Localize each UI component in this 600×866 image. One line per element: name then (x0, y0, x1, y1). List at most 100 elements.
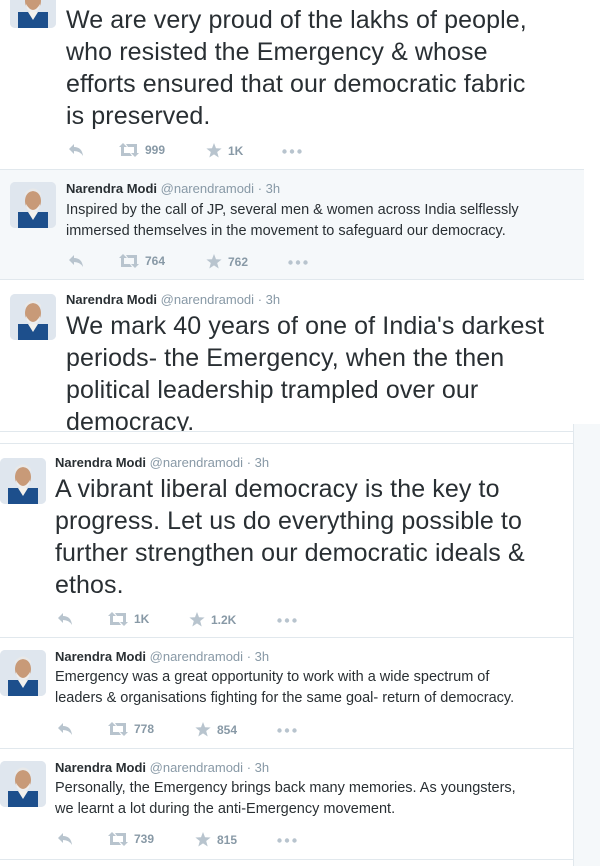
like-count: 854 (217, 722, 238, 737)
tweet-3[interactable]: Narendra Modi @narendramodi · 3h A vibra… (0, 443, 573, 638)
retweet-button[interactable]: 764 (119, 254, 165, 268)
timestamp[interactable]: 3h (266, 181, 280, 196)
reply-button[interactable] (68, 254, 84, 268)
tweet-actions: 1K 1.2K (55, 612, 335, 630)
timestamp[interactable]: 3h (266, 292, 280, 307)
like-count: 762 (228, 254, 249, 269)
meta-separator: · (257, 292, 263, 307)
author-name[interactable]: Narendra Modi (66, 181, 157, 196)
meta-separator: · (246, 760, 252, 775)
retweet-count: 999 (145, 143, 166, 157)
meta-separator: · (246, 649, 252, 664)
more-button[interactable] (277, 838, 297, 843)
tweet-text: A vibrant liberal democracy is the key t… (55, 473, 570, 601)
retweet-count: 1K (134, 612, 150, 626)
tweet-5[interactable]: Narendra Modi @narendramodi · 3h Persona… (0, 749, 573, 860)
reply-icon (58, 723, 72, 735)
author-name[interactable]: Narendra Modi (55, 649, 146, 664)
tweet-header: Narendra Modi @narendramodi · 3h (55, 760, 269, 775)
background-panel (573, 424, 600, 866)
timestamp[interactable]: 3h (255, 760, 269, 775)
tweet-0[interactable]: We are very proud of the lakhs of people… (0, 0, 584, 170)
more-icon (277, 838, 297, 843)
avatar[interactable] (0, 458, 46, 504)
retweet-button[interactable]: 739 (108, 832, 154, 846)
timestamp[interactable]: 3h (255, 649, 269, 664)
tweet-text-line: is preserved. (66, 102, 211, 130)
reply-icon (58, 613, 72, 625)
meta-separator: · (246, 455, 252, 470)
timestamp[interactable]: 3h (255, 455, 269, 470)
reply-button[interactable] (57, 612, 73, 626)
star-icon (206, 254, 222, 269)
author-name[interactable]: Narendra Modi (66, 292, 157, 307)
author-name[interactable]: Narendra Modi (55, 455, 146, 470)
tweet-header: Narendra Modi @narendramodi · 3h (55, 649, 269, 664)
tweet-1[interactable]: Narendra Modi @narendramodi · 3h Inspire… (0, 170, 584, 280)
tweet-text: Inspired by the call of JP, several men … (66, 200, 581, 242)
tweet-text-line: A vibrant liberal democracy is the key t… (55, 475, 500, 503)
more-button[interactable] (288, 260, 308, 265)
tweet-text-line: democracy. (66, 408, 195, 432)
like-button[interactable]: 1.2K (189, 612, 236, 627)
tweet-header: Narendra Modi @narendramodi · 3h (66, 181, 280, 196)
reply-button[interactable] (68, 143, 84, 157)
like-button[interactable]: 1K (206, 143, 243, 158)
tweet-text-line: We are very proud of the lakhs of people… (66, 6, 527, 34)
star-icon (206, 143, 222, 158)
avatar[interactable] (10, 182, 56, 228)
tweet-text-line: who resisted the Emergency & whose (66, 38, 488, 66)
retweet-count: 764 (145, 254, 166, 268)
tweet-actions: 778 854 (55, 722, 335, 740)
author-handle[interactable]: @narendramodi (150, 760, 243, 775)
more-icon (277, 618, 297, 623)
reply-icon (58, 833, 72, 845)
more-button[interactable] (277, 618, 297, 623)
tweet-text-line: Inspired by the call of JP, several men … (66, 202, 519, 218)
author-handle[interactable]: @narendramodi (161, 292, 254, 307)
like-count: 815 (217, 832, 238, 847)
tweet-2[interactable]: Narendra Modi @narendramodi · 3h We mark… (0, 280, 584, 432)
tweet-actions: 764 762 (66, 254, 346, 272)
author-handle[interactable]: @narendramodi (150, 455, 243, 470)
retweet-count: 778 (134, 722, 155, 736)
avatar[interactable] (0, 761, 46, 807)
retweet-button[interactable]: 1K (108, 612, 149, 626)
author-name[interactable]: Narendra Modi (55, 760, 146, 775)
tweet-text-line: We mark 40 years of one of India's darke… (66, 312, 545, 340)
more-button[interactable] (282, 149, 302, 154)
tweet-text-line: periods- the Emergency, when the then (66, 344, 505, 372)
tweet-4[interactable]: Narendra Modi @narendramodi · 3h Emergen… (0, 638, 573, 749)
like-button[interactable]: 762 (206, 254, 248, 269)
more-button[interactable] (277, 728, 297, 733)
tweet-text-line: leaders & organisations fighting for the… (55, 690, 515, 706)
more-icon (288, 260, 308, 265)
retweet-count: 739 (134, 832, 155, 846)
avatar[interactable] (0, 650, 46, 696)
tweet-text: We are very proud of the lakhs of people… (66, 4, 581, 132)
like-count: 1.2K (211, 612, 237, 627)
tweet-text: We mark 40 years of one of India's darke… (66, 310, 581, 432)
reply-button[interactable] (57, 722, 73, 736)
avatar[interactable] (10, 0, 56, 28)
tweet-text-line: political leadership trampled over our (66, 376, 479, 404)
like-button[interactable]: 854 (195, 722, 237, 737)
tweet-text-line: progress. Let us do everything possible … (55, 507, 522, 535)
tweet-text-line: efforts ensured that our democratic fabr… (66, 70, 526, 98)
tweet-text-line: Personally, the Emergency brings back ma… (55, 780, 516, 796)
like-button[interactable]: 815 (195, 832, 237, 847)
author-handle[interactable]: @narendramodi (150, 649, 243, 664)
tweet-text-line: immersed themselves in the movement to s… (66, 223, 506, 239)
retweet-icon (119, 143, 139, 157)
retweet-button[interactable]: 778 (108, 722, 154, 736)
tweet-text: Personally, the Emergency brings back ma… (55, 778, 570, 820)
star-icon (195, 832, 211, 847)
tweet-text: Emergency was a great opportunity to wor… (55, 667, 570, 709)
star-icon (189, 612, 205, 627)
tweet-text-line: ethos. (55, 571, 124, 599)
tweet-header: Narendra Modi @narendramodi · 3h (66, 292, 280, 307)
reply-button[interactable] (57, 832, 73, 846)
author-handle[interactable]: @narendramodi (161, 181, 254, 196)
retweet-button[interactable]: 999 (119, 143, 165, 157)
avatar[interactable] (10, 294, 56, 340)
